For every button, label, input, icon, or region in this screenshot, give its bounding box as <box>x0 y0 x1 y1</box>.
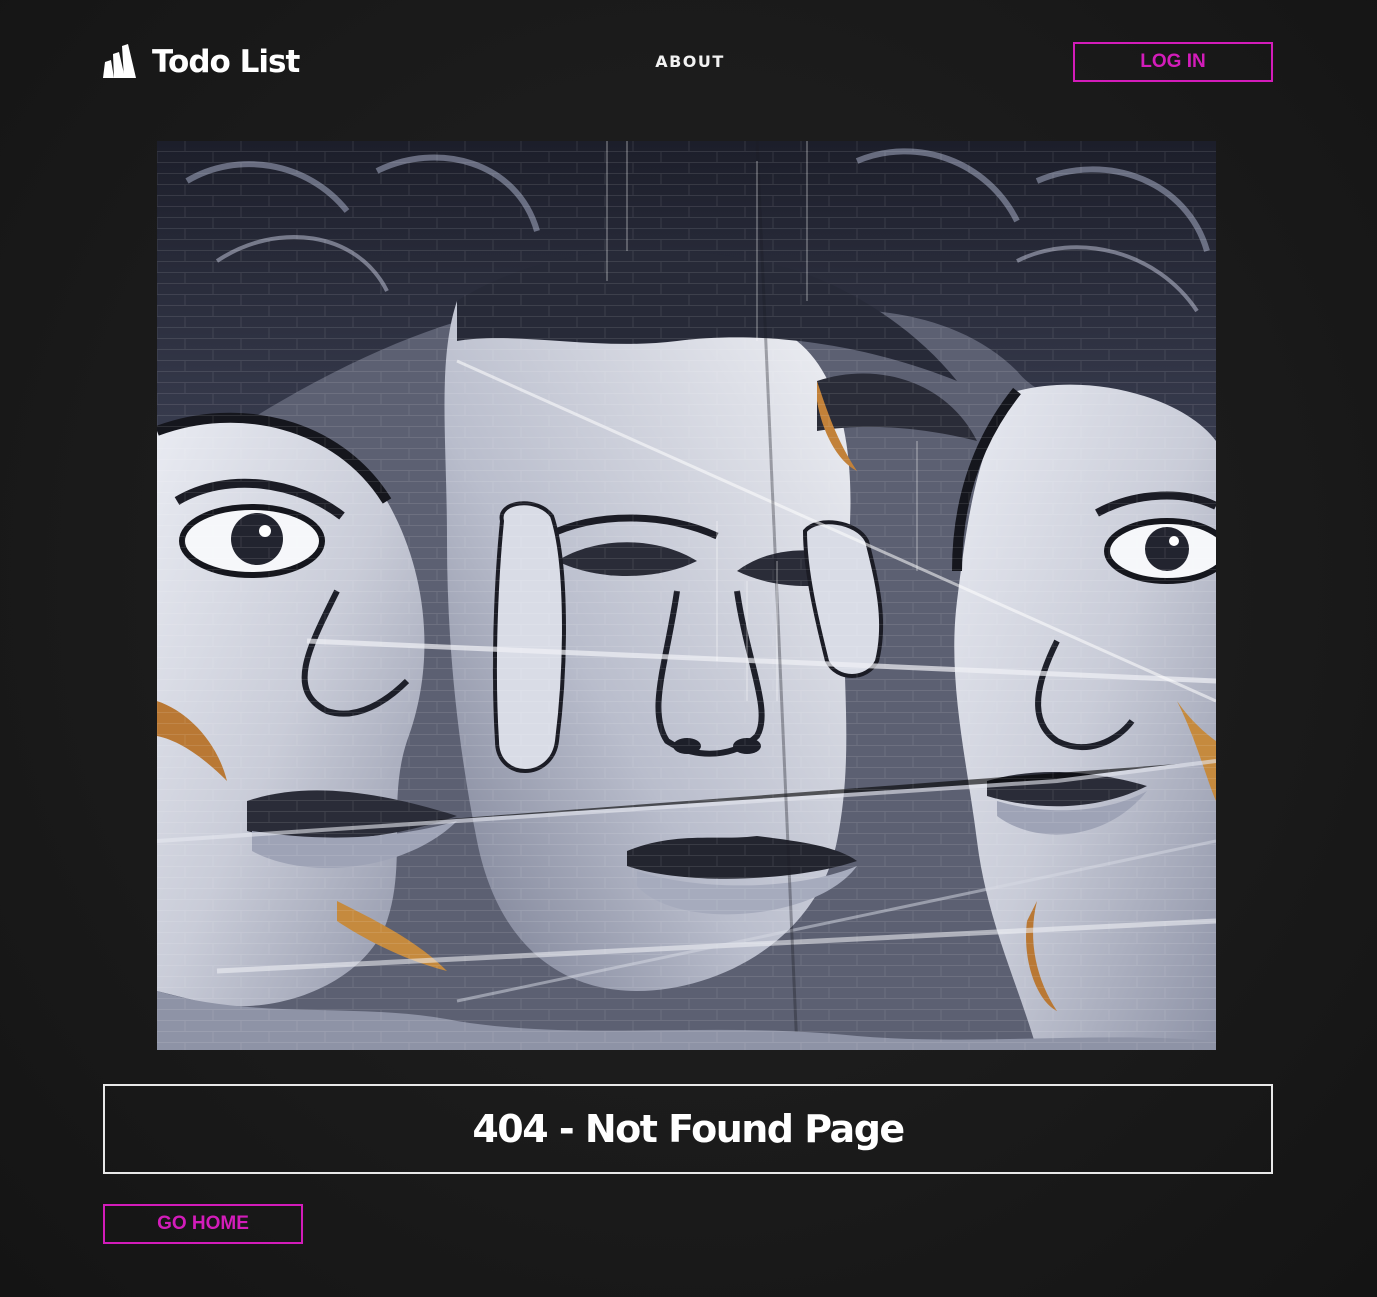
go-home-button[interactable]: GO HOME <box>103 1204 303 1244</box>
page-title: 404 - Not Found Page <box>472 1107 905 1151</box>
mural-illustration <box>157 141 1216 1050</box>
brand-name: Todo List <box>152 44 300 80</box>
brand-link[interactable]: Todo List <box>102 42 300 82</box>
site-header: Todo List ABOUT LOG IN <box>0 0 1377 124</box>
login-button[interactable]: LOG IN <box>1073 42 1273 82</box>
error-title-box: 404 - Not Found Page <box>103 1084 1273 1174</box>
brand-stripes-icon <box>103 44 136 78</box>
hero-image <box>157 141 1216 1050</box>
nav-link-about[interactable]: ABOUT <box>640 50 740 74</box>
